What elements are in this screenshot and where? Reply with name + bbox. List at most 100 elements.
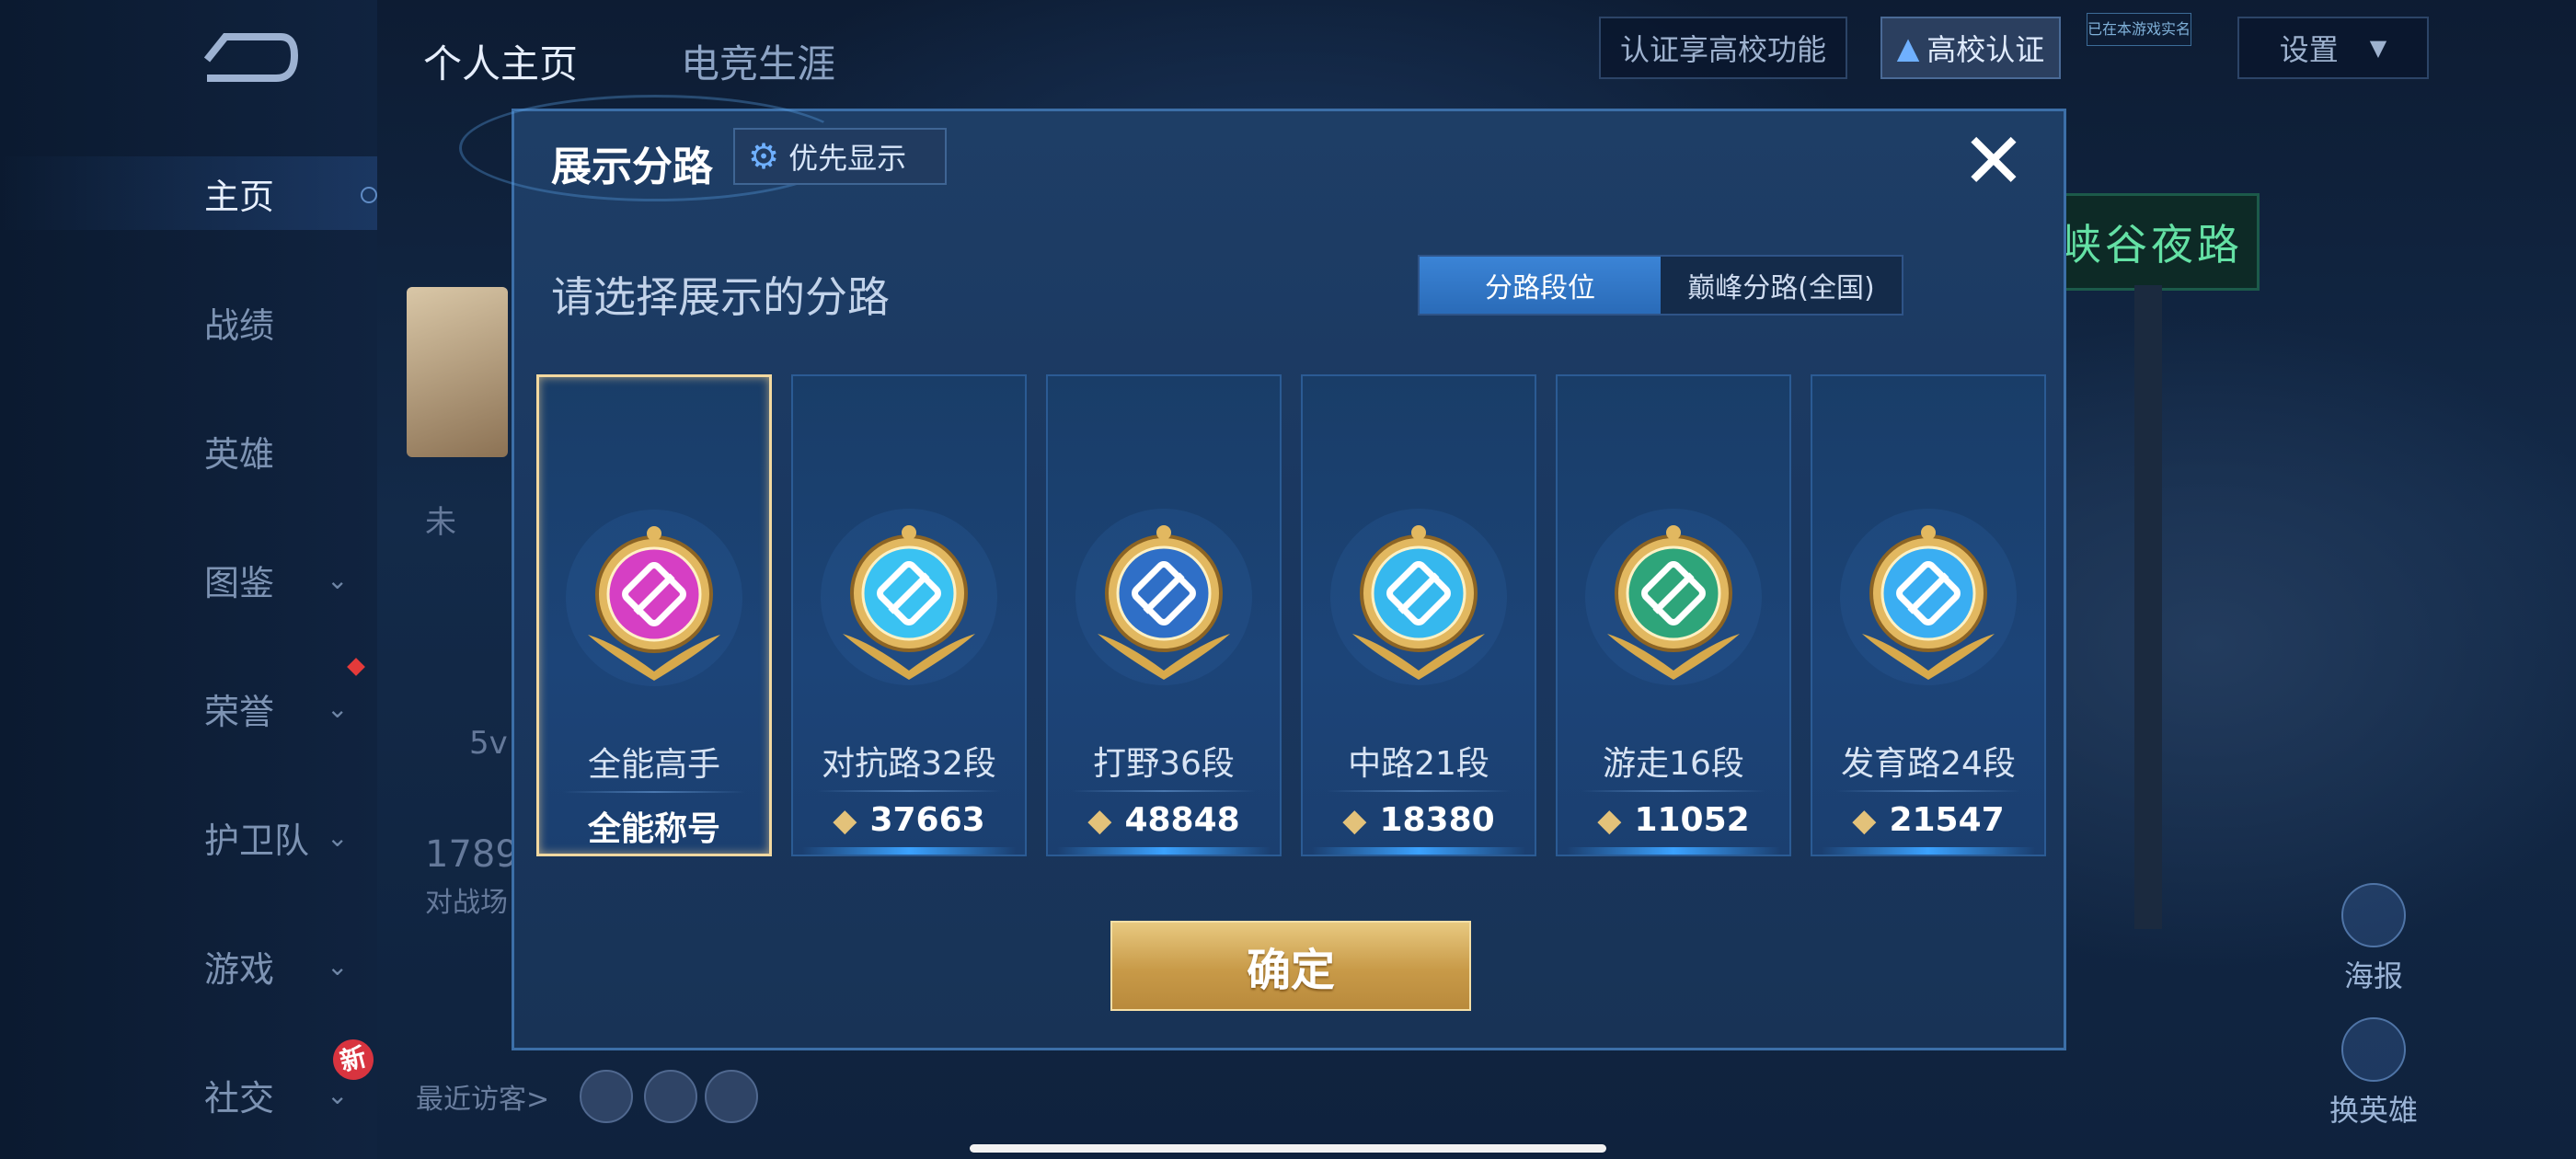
gear-icon: ⚙ (748, 136, 780, 177)
close-icon[interactable]: ✕ (1955, 122, 2032, 200)
tab-esports-career[interactable]: 电竞生涯 (681, 33, 835, 89)
sidebar-item[interactable]: 荣誉 ⌄ (0, 671, 377, 745)
lane-card-score: ◆ 48848 (1048, 801, 1280, 839)
lane-card-list: 全能高手 全能称号对抗路32段 ◆ 37663 打野36段 ◆ 48848 中路21段 ◆ 183… (536, 374, 2046, 856)
toggle-lane-rank[interactable]: 分路段位 (1420, 257, 1661, 314)
lane-card-score: ◆ 21547 (1812, 801, 2044, 839)
college-cert-button[interactable]: ▲ 高校认证 (1880, 17, 2061, 79)
profile-fragment: 对战场 (425, 887, 508, 919)
lane-card[interactable]: 全能高手 全能称号 (536, 374, 772, 856)
visitor-avatar[interactable] (644, 1070, 697, 1123)
profile-fragment: 5v (469, 725, 508, 762)
lane-card-name: 中路21段 (1348, 745, 1489, 783)
lane-card-name: 全能高手 (587, 746, 720, 784)
divider (1072, 790, 1256, 792)
chevron-down-icon: ⌄ (327, 693, 349, 724)
card-glow (1057, 847, 1271, 855)
sign-pillar (2134, 285, 2162, 929)
lane-card[interactable]: 对抗路32段 ◆ 37663 (791, 374, 1027, 856)
college-cert-label: 高校认证 (1926, 32, 2045, 67)
lane-card[interactable]: 中路21段 ◆ 18380 (1301, 374, 1536, 856)
sidebar-item[interactable]: 英雄 (0, 414, 377, 488)
lane-card-score: ◆ 18380 (1303, 801, 1535, 839)
lane-card-value: 21547 (1889, 801, 2005, 839)
lane-card-value: 18380 (1379, 801, 1495, 839)
lane-card-score: ◆ 11052 (1558, 801, 1789, 839)
confirm-button[interactable]: 确定 (1110, 921, 1471, 1011)
sidebar-item[interactable]: 社交 ⌄ (0, 1058, 377, 1131)
neon-sign: 峡谷夜路 (2042, 193, 2260, 291)
lane-card-value: 11052 (1634, 801, 1750, 839)
avatar[interactable] (407, 287, 508, 457)
divider (563, 791, 745, 793)
profile-fragment: 未 (425, 504, 456, 541)
priority-display-label: 优先显示 (788, 141, 907, 176)
cert-prompt[interactable]: 认证享高校功能 (1599, 17, 1847, 79)
lane-card-value: 48848 (1124, 801, 1240, 839)
score-icon: ◆ (1087, 801, 1112, 839)
toggle-peak-lane[interactable]: 巅峰分路(全国) (1661, 257, 1902, 314)
divider (1836, 790, 2020, 792)
tab-profile[interactable]: 个人主页 (423, 33, 578, 89)
dialog-subtitle: 请选择展示的分路 (551, 272, 890, 322)
sidebar-item-label: 游戏 (204, 948, 275, 990)
lane-card[interactable]: 打野36段 ◆ 48848 (1046, 374, 1282, 856)
home-indicator[interactable] (970, 1144, 1606, 1153)
profile-fragment: 1789 (425, 833, 519, 876)
chevron-down-icon: ⌄ (327, 1079, 349, 1110)
sidebar-item-label: 护卫队 (204, 820, 310, 861)
card-glow (802, 847, 1016, 855)
sidebar-item[interactable]: 图鉴 ⌄ (0, 543, 377, 616)
sidebar-item-label: 英雄 (204, 433, 275, 475)
dialog-title: 展示分路 (551, 143, 713, 190)
divider (817, 790, 1001, 792)
sidebar-item[interactable]: 主页 (0, 156, 377, 230)
lane-card-name: 对抗路32段 (822, 745, 996, 783)
sidebar-item-label: 社交 (204, 1077, 275, 1119)
roam-emblem (1585, 509, 1762, 685)
sidebar-item[interactable]: 游戏 ⌄ (0, 929, 377, 1003)
sidebar: 主页 战绩 英雄 图鉴 ⌄ 荣誉 ⌄ 护卫队 ⌄ 游戏 ⌄ 社交 ⌄ 新 (0, 0, 378, 1159)
chevron-down-icon: ⌄ (327, 821, 349, 853)
settings-label: 设置 (2279, 32, 2339, 67)
sidebar-item-label: 图鉴 (204, 562, 275, 603)
sidebar-item[interactable]: 护卫队 ⌄ (0, 800, 377, 874)
sidebar-item-label: 荣誉 (204, 691, 275, 732)
settings-button[interactable]: 设置 ▼ (2237, 17, 2429, 79)
lane-card-value: 37663 (869, 801, 985, 839)
back-icon[interactable] (189, 28, 299, 92)
allround-emblem (566, 510, 742, 686)
score-icon: ◆ (833, 801, 857, 839)
chevron-down-icon: ▼ (2369, 35, 2387, 61)
lane-card-name: 发育路24段 (1841, 745, 2016, 783)
divider (1581, 790, 1765, 792)
clash-lane-emblem (821, 509, 997, 685)
lane-card-score: ◆ 37663 (793, 801, 1025, 839)
card-glow (1312, 847, 1525, 855)
sidebar-item[interactable]: 战绩 (0, 285, 377, 359)
poster-button[interactable]: 海报 (2318, 883, 2429, 995)
chevron-down-icon: ⌄ (327, 564, 349, 595)
priority-display-button[interactable]: ⚙ 优先显示 (733, 128, 947, 185)
score-icon: ◆ (1342, 801, 1367, 839)
lane-mode-toggle: 分路段位 巅峰分路(全国) (1418, 255, 1903, 316)
visitor-avatar[interactable] (580, 1070, 633, 1123)
lane-card[interactable]: 游走16段 ◆ 11052 (1556, 374, 1791, 856)
poster-icon (2341, 883, 2406, 947)
divider (1327, 790, 1511, 792)
poster-label: 海报 (2343, 958, 2403, 993)
farm-lane-emblem (1840, 509, 2017, 685)
recent-visitors-label[interactable]: 最近访客> (416, 1076, 549, 1117)
card-glow (1822, 847, 2035, 855)
change-hero-icon (2341, 1017, 2406, 1082)
college-icon: ▲ (1896, 30, 1920, 65)
sidebar-item-label: 战绩 (204, 304, 275, 346)
lane-card-name: 打野36段 (1093, 745, 1235, 783)
change-hero-label: 换英雄 (2329, 1093, 2418, 1128)
lane-card-name: 游走16段 (1603, 745, 1744, 783)
visitor-avatar[interactable] (705, 1070, 758, 1123)
chevron-down-icon: ⌄ (327, 950, 349, 981)
change-hero-button[interactable]: 换英雄 (2318, 1017, 2429, 1130)
lane-card[interactable]: 发育路24段 ◆ 21547 (1811, 374, 2046, 856)
sidebar-item-label: 主页 (204, 176, 275, 217)
